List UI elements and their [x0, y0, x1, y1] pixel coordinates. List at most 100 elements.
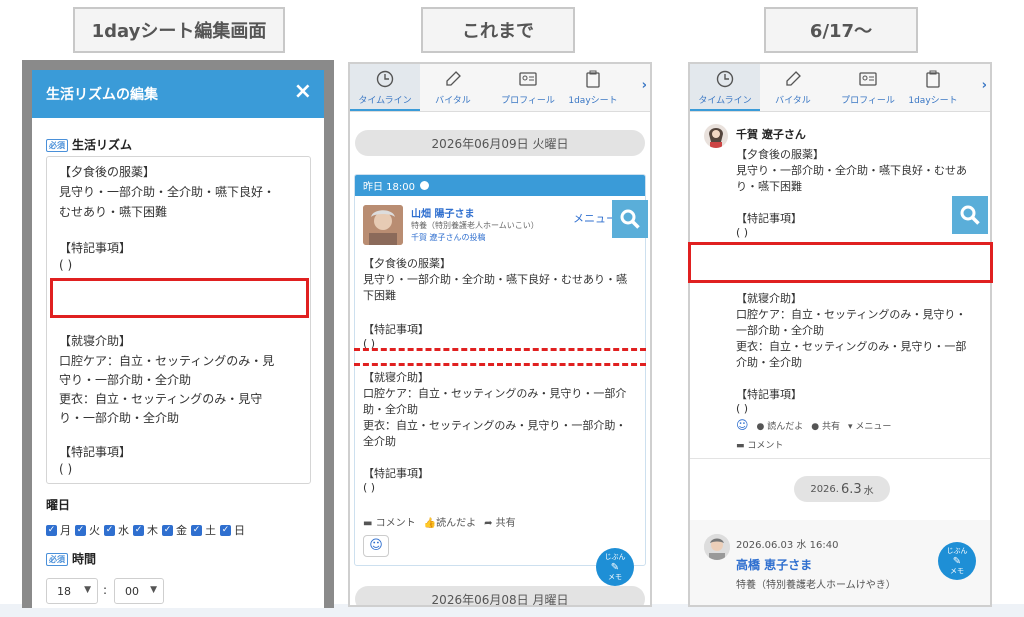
- phone-after: タイムライン バイタル プロフィール 1dayシート › 千賀 遼子さん 【夕食…: [688, 62, 992, 607]
- edit-screen-frame: 生活リズムの編集 × 必須 生活リズム 【夕食後の服薬】 見守り・一部介助・全介助…: [22, 60, 334, 608]
- post-actions: ☺ ● 読んだよ ● 共有 ▾ メニュー: [736, 418, 891, 432]
- day-tue[interactable]: ✓ 火: [75, 522, 100, 538]
- poster-name[interactable]: 千賀 遼子さん: [736, 126, 806, 142]
- timeline-card: 昨日 18:00 山畑 陽子さま 特養（特別養護老人ホームいこい） 千賀 遼子さ…: [354, 174, 646, 566]
- text-line: 【夕食後の服薬】: [736, 148, 824, 161]
- text-line: 全介助: [363, 435, 396, 448]
- text-line: 【夕食後の服薬】: [59, 165, 156, 179]
- text-line: ( ): [59, 462, 73, 476]
- self-memo-button[interactable]: じぶん ✎ メモ: [938, 542, 976, 580]
- poster-name[interactable]: 千賀 遼子さんの投稿: [411, 232, 486, 243]
- avatar: [363, 205, 403, 245]
- day-label: 土: [205, 524, 216, 537]
- text-line: 【特記事項】: [363, 467, 429, 480]
- self-memo-button[interactable]: じぶん ✎ メモ: [596, 548, 634, 586]
- chevron-right-icon[interactable]: ›: [982, 78, 987, 93]
- tab-1day-sheet[interactable]: 1dayシート: [898, 64, 968, 111]
- menu-action[interactable]: ▾ メニュー: [848, 419, 891, 432]
- clock-icon: [376, 70, 394, 88]
- label-before: これまで: [421, 7, 575, 53]
- text-line: 【就寝介助】: [59, 334, 132, 348]
- day-fri[interactable]: ✓ 金: [162, 522, 187, 538]
- tab-profile[interactable]: プロフィール: [828, 64, 908, 111]
- action-label: 共有: [821, 421, 840, 432]
- date-dow: 水: [863, 485, 874, 497]
- tab-vital[interactable]: バイタル: [758, 64, 828, 111]
- resident-name[interactable]: 山畑 陽子さま: [411, 205, 474, 220]
- day-label: 金: [176, 524, 187, 537]
- tab-1day-sheet[interactable]: 1dayシート: [558, 64, 628, 111]
- day-sat[interactable]: ✓ 土: [191, 522, 216, 538]
- date-day: 6.3: [840, 481, 862, 497]
- minute-select[interactable]: 00 ▼: [114, 578, 164, 604]
- menu-link[interactable]: メニュー: [573, 210, 617, 226]
- date-divider: 2026年06月08日 月曜日: [355, 586, 645, 605]
- smile-icon[interactable]: ☺: [736, 418, 749, 432]
- comment-action[interactable]: ▬ コメント: [736, 438, 783, 451]
- checkbox-icon[interactable]: ✓: [133, 524, 144, 536]
- required-badge: 必須: [46, 139, 68, 152]
- text-line: 【就寝介助】: [736, 292, 802, 305]
- pen-icon: ✎: [610, 562, 620, 573]
- share-action[interactable]: ● 共有: [811, 419, 840, 432]
- post-time: 2026.06.03 水 16:40: [736, 540, 839, 551]
- tab-label: タイムライン: [358, 96, 412, 106]
- weekday-label: 曜日: [46, 498, 71, 512]
- day-thu[interactable]: ✓ 木: [133, 522, 158, 538]
- search-button[interactable]: [612, 200, 648, 238]
- day-label: 木: [147, 524, 158, 537]
- action-label: メニュー: [855, 421, 892, 432]
- text-line: 更衣：自立・セッティングのみ・見守り・一部介助・: [363, 419, 627, 432]
- checkbox-icon[interactable]: ✓: [104, 524, 115, 536]
- checkbox-icon[interactable]: ✓: [75, 524, 86, 536]
- rhythm-textarea[interactable]: 【夕食後の服薬】 見守り・一部介助・全介助・嚥下良好・ むせあり・嚥下困難 【特…: [46, 156, 311, 484]
- chevron-down-icon: ▼: [150, 585, 157, 595]
- comment-action[interactable]: ▬ コメント: [363, 514, 416, 529]
- day-sun[interactable]: ✓ 日: [220, 522, 245, 538]
- close-icon[interactable]: ×: [294, 79, 312, 104]
- date-divider: 2026. 6.3 水: [794, 476, 890, 502]
- pen-icon: ✎: [952, 556, 962, 567]
- text-line: 口腔ケア：自立・セッティングのみ・見守り・: [736, 308, 967, 321]
- tab-timeline[interactable]: タイムライン: [350, 64, 420, 111]
- day-wed[interactable]: ✓ 水: [104, 522, 129, 538]
- text-line: 下困難: [363, 289, 396, 302]
- tab-vital[interactable]: バイタル: [418, 64, 488, 111]
- action-label: コメント: [747, 441, 784, 451]
- tab-bar: タイムライン バイタル プロフィール 1dayシート ›: [690, 64, 990, 112]
- checkbox-icon[interactable]: ✓: [191, 524, 202, 536]
- time-label-row: 必須 時間: [46, 550, 96, 567]
- tab-profile[interactable]: プロフィール: [488, 64, 568, 111]
- read-action[interactable]: 👍読んだよ: [424, 514, 476, 529]
- checkbox-icon[interactable]: ✓: [220, 524, 231, 536]
- read-action[interactable]: ● 読んだよ: [757, 419, 804, 432]
- label-edit-screen: 1dayシート編集画面: [73, 7, 285, 53]
- emoji-reaction-button[interactable]: ☺: [363, 535, 389, 557]
- resident-name[interactable]: 高橋 恵子さま: [736, 556, 812, 573]
- day-mon[interactable]: ✓ 月: [46, 522, 71, 538]
- day-label: 火: [89, 524, 100, 537]
- rhythm-label-row: 必須 生活リズム: [46, 136, 132, 153]
- day-label: 水: [118, 524, 129, 537]
- text-line: 【特記事項】: [736, 212, 802, 225]
- text-line: 【特記事項】: [363, 323, 429, 336]
- rhythm-label: 生活リズム: [72, 138, 133, 152]
- tab-timeline[interactable]: タイムライン: [690, 64, 760, 111]
- share-action[interactable]: ➦ 共有: [484, 514, 516, 529]
- checkbox-icon[interactable]: ✓: [162, 524, 173, 536]
- fab-label: じぶん: [604, 553, 626, 561]
- chevron-right-icon[interactable]: ›: [642, 78, 647, 93]
- highlight-box: [50, 278, 309, 318]
- text-line: 見守り・一部介助・全介助・嚥下良好・むせあ: [736, 164, 967, 177]
- action-label: 読んだよ: [767, 421, 804, 432]
- hour-select[interactable]: 18 ▼: [46, 578, 98, 604]
- text-line: ( ): [363, 481, 376, 494]
- facility-name: 特養（特別養護老人ホームいこい）: [411, 221, 539, 230]
- date-year: 2026.: [810, 483, 839, 495]
- checkbox-icon[interactable]: ✓: [46, 524, 57, 536]
- text-line: り・一部介助・全介助: [59, 411, 180, 425]
- search-button[interactable]: [952, 196, 988, 234]
- label-after: 6/17〜: [764, 7, 918, 53]
- edit-dialog: 生活リズムの編集 × 必須 生活リズム 【夕食後の服薬】 見守り・一部介助・全介助…: [32, 70, 324, 608]
- fab-label: じぶん: [946, 547, 968, 555]
